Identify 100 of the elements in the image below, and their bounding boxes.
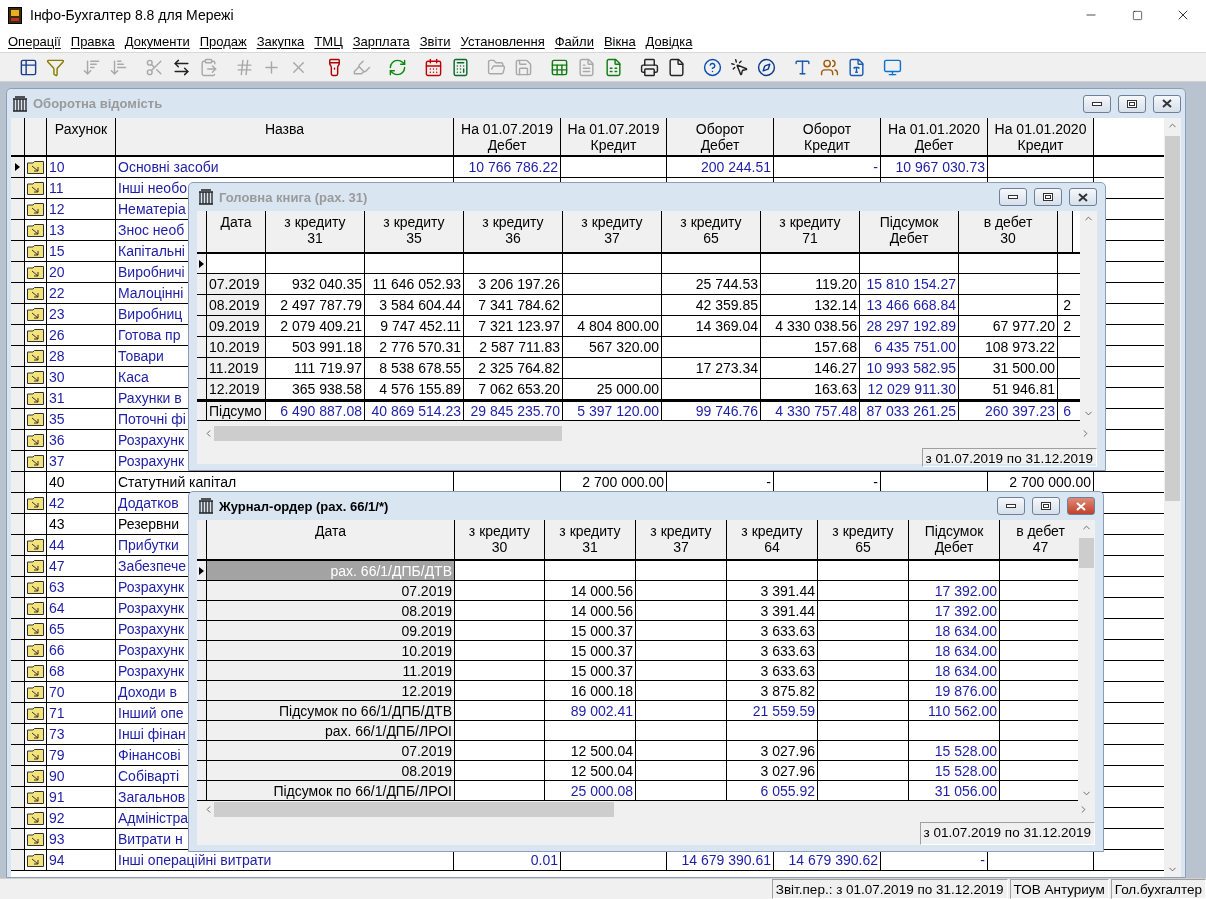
row-header[interactable] <box>11 283 25 303</box>
help-icon[interactable] <box>702 57 722 77</box>
row-header[interactable] <box>197 601 207 620</box>
table-icon[interactable] <box>18 57 38 77</box>
row-header[interactable] <box>197 358 207 378</box>
filter-icon[interactable] <box>45 57 65 77</box>
compass-icon[interactable] <box>756 57 776 77</box>
row-header[interactable] <box>11 829 25 849</box>
row-header[interactable] <box>197 254 207 273</box>
row-header[interactable] <box>11 577 25 597</box>
close-button[interactable] <box>1067 497 1095 515</box>
scroll-thumb[interactable] <box>214 426 562 441</box>
row-header[interactable] <box>197 402 207 420</box>
menu-item[interactable]: Довідка <box>640 33 698 49</box>
row-header[interactable] <box>197 337 207 357</box>
row-header[interactable] <box>11 472 25 492</box>
row-header[interactable] <box>11 619 25 639</box>
people-icon[interactable] <box>819 57 839 77</box>
row-header[interactable] <box>11 178 25 198</box>
minimize-button[interactable] <box>997 497 1025 515</box>
row-header[interactable] <box>11 556 25 576</box>
pointer-icon[interactable] <box>729 57 749 77</box>
row-header[interactable] <box>11 220 25 240</box>
table-cell: 15 000.37 <box>545 661 636 680</box>
row-header[interactable] <box>11 808 25 828</box>
row-header[interactable] <box>11 850 25 870</box>
calculator-icon[interactable] <box>450 57 470 77</box>
scroll-thumb[interactable] <box>214 802 614 817</box>
row-header[interactable] <box>11 514 25 534</box>
scroll-thumb[interactable] <box>1165 136 1180 501</box>
row-header[interactable] <box>11 367 25 387</box>
printer-icon[interactable] <box>639 57 659 77</box>
row-header[interactable] <box>197 295 207 315</box>
row-header[interactable] <box>11 703 25 723</box>
arrows-icon[interactable] <box>171 57 191 77</box>
row-header[interactable] <box>11 766 25 786</box>
row-header[interactable] <box>197 274 207 294</box>
refresh-icon[interactable] <box>387 57 407 77</box>
menu-item[interactable]: Закупка <box>251 33 310 49</box>
row-header[interactable] <box>197 661 207 680</box>
file-icon[interactable] <box>846 57 866 77</box>
row-header[interactable] <box>11 304 25 324</box>
row-header[interactable] <box>11 598 25 618</box>
row-header[interactable] <box>197 741 207 760</box>
row-header[interactable] <box>11 745 25 765</box>
calendar-icon[interactable] <box>423 57 443 77</box>
menu-item[interactable]: Документи <box>119 33 195 49</box>
restore-button[interactable] <box>1032 497 1060 515</box>
monitor-icon[interactable] <box>882 57 902 77</box>
close-button[interactable] <box>1069 188 1097 206</box>
row-header[interactable] <box>197 316 207 336</box>
row-header[interactable] <box>197 621 207 640</box>
row-header[interactable] <box>11 409 25 429</box>
vertical-scrollbar[interactable] <box>1078 520 1095 801</box>
text-icon[interactable] <box>792 57 812 77</box>
row-header[interactable] <box>11 787 25 807</box>
vertical-scrollbar[interactable] <box>1164 118 1181 877</box>
table-cell: 15 528.00 <box>909 741 1000 760</box>
spreadsheet-icon[interactable] <box>603 57 623 77</box>
row-header[interactable] <box>11 661 25 681</box>
row-header[interactable] <box>197 681 207 700</box>
spreadsheet-icon[interactable] <box>549 57 569 77</box>
row-header[interactable] <box>11 430 25 450</box>
row-header[interactable] <box>11 640 25 660</box>
row-header[interactable] <box>197 561 207 580</box>
menu-item[interactable]: Установлення <box>455 33 550 49</box>
restore-button[interactable] <box>1034 188 1062 206</box>
close-button[interactable] <box>1153 94 1181 113</box>
menu-item[interactable]: Зарплата <box>347 33 415 49</box>
page-icon[interactable] <box>666 57 686 77</box>
menu-item[interactable]: Продаж <box>194 33 252 49</box>
row-header[interactable] <box>11 682 25 702</box>
row-header[interactable] <box>11 388 25 408</box>
row-header[interactable] <box>197 721 207 740</box>
restore-button[interactable] <box>1118 94 1146 113</box>
menu-item[interactable]: Вікна <box>598 33 641 49</box>
row-header[interactable] <box>11 325 25 345</box>
menu-item[interactable]: Правка <box>65 33 120 49</box>
row-header[interactable] <box>11 451 25 471</box>
row-header[interactable] <box>11 262 25 282</box>
menu-item[interactable]: Звіти <box>414 33 456 49</box>
minimize-button[interactable] <box>1083 94 1111 113</box>
row-header[interactable] <box>197 379 207 399</box>
row-header[interactable] <box>11 241 25 261</box>
row-header[interactable] <box>11 157 25 177</box>
menu-item[interactable]: Файли <box>549 33 599 49</box>
menu-item[interactable]: Операції <box>3 33 66 49</box>
row-header[interactable] <box>11 535 25 555</box>
row-header[interactable] <box>11 346 25 366</box>
row-header[interactable] <box>197 761 207 780</box>
row-header[interactable] <box>11 199 25 219</box>
row-header[interactable] <box>197 641 207 660</box>
menu-item[interactable]: ТМЦ <box>309 33 348 49</box>
row-header[interactable] <box>197 581 207 600</box>
row-header[interactable] <box>11 724 25 744</box>
minimize-button[interactable] <box>999 188 1027 206</box>
row-header[interactable] <box>197 781 207 800</box>
scroll-thumb[interactable] <box>1079 538 1094 568</box>
row-header[interactable] <box>11 493 25 513</box>
row-header[interactable] <box>197 701 207 720</box>
